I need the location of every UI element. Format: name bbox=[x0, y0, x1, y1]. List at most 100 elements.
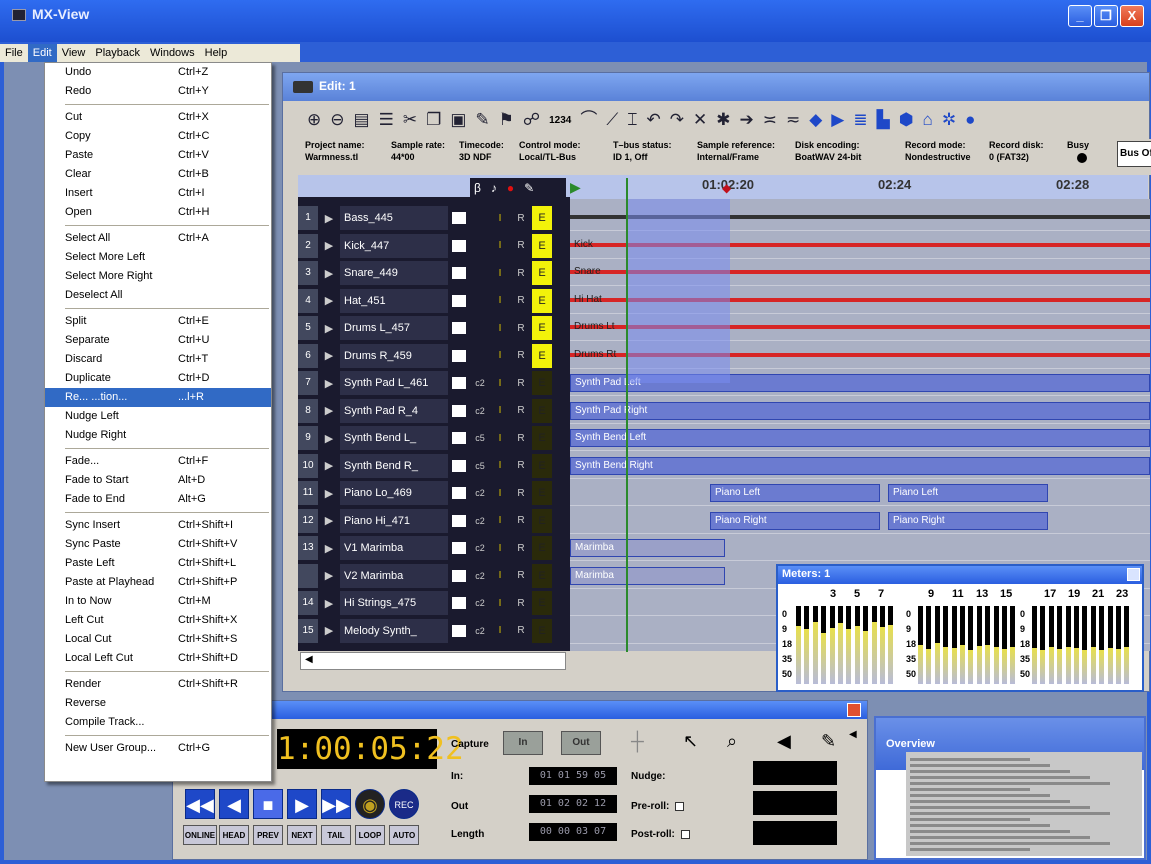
restore-button[interactable]: ❐ bbox=[1094, 5, 1118, 27]
tail-button[interactable]: TAIL bbox=[321, 825, 351, 845]
track-play-icon[interactable]: ▶ bbox=[318, 624, 340, 637]
track-name[interactable]: V2 Marimba bbox=[340, 563, 448, 588]
track-edit-toggle[interactable]: E bbox=[532, 343, 552, 368]
menu-item[interactable]: In to Now Ctrl+M bbox=[45, 592, 271, 611]
track-channel[interactable]: c2 bbox=[470, 571, 490, 581]
gem-icon[interactable]: ⬢ bbox=[899, 111, 914, 129]
postroll-checkbox[interactable] bbox=[680, 829, 690, 839]
menu-item[interactable]: Select More Right bbox=[45, 267, 271, 286]
track-row[interactable]: 15 ▶ Melody Synth_ c2 I R E bbox=[298, 618, 570, 644]
track-input-icon[interactable] bbox=[452, 377, 466, 389]
track-row[interactable]: 8 ▶ Synth Pad R_4 c2 I R E bbox=[298, 398, 570, 424]
track-edit-toggle[interactable]: E bbox=[532, 316, 552, 340]
audio-clip[interactable]: Marimba bbox=[570, 566, 725, 585]
stop-button[interactable]: ■ bbox=[253, 789, 283, 819]
out-value[interactable]: 01 02 02 12 bbox=[529, 795, 617, 813]
track-play-icon[interactable]: ▶ bbox=[318, 432, 340, 445]
track-row[interactable]: 4 ▶ Hat_451 I R E bbox=[298, 288, 570, 314]
track-edit-toggle[interactable]: E bbox=[532, 206, 552, 230]
track-input-toggle[interactable]: I bbox=[490, 460, 510, 471]
menu-item[interactable]: Local Left Cut Ctrl+Shift+D bbox=[45, 649, 271, 668]
track-input-toggle[interactable]: I bbox=[490, 268, 510, 279]
track-edit-toggle[interactable]: E bbox=[532, 563, 552, 588]
zoom-in-icon[interactable]: ⊕ bbox=[307, 111, 321, 129]
menu-item[interactable]: Reverse bbox=[45, 694, 271, 713]
scissors-icon[interactable]: ✂ bbox=[403, 111, 417, 129]
track-name[interactable]: Melody Synth_ bbox=[340, 618, 448, 643]
menu-item[interactable]: Paste Ctrl+V bbox=[45, 146, 271, 165]
track-input-icon[interactable] bbox=[452, 542, 466, 554]
track-input-icon[interactable] bbox=[452, 597, 466, 609]
zoom-out-icon[interactable]: ⊖ bbox=[330, 111, 344, 129]
menu-item[interactable]: Duplicate Ctrl+D bbox=[45, 369, 271, 388]
track-input-toggle[interactable]: I bbox=[490, 543, 510, 554]
track-play-icon[interactable]: ▶ bbox=[318, 267, 340, 280]
menu-item[interactable]: Re... ...tion... ...l+R bbox=[45, 388, 271, 407]
track-name[interactable]: Piano Hi_471 bbox=[340, 508, 448, 533]
star-icon[interactable]: ✱ bbox=[716, 111, 730, 129]
track-record-toggle[interactable]: R bbox=[510, 405, 532, 416]
track-input-toggle[interactable]: I bbox=[490, 488, 510, 499]
online-button[interactable]: ONLINE bbox=[183, 825, 217, 845]
track-input-toggle[interactable]: I bbox=[490, 295, 510, 306]
speaker-icon[interactable]: ◀ bbox=[777, 731, 791, 752]
track-play-icon[interactable]: ▶ bbox=[318, 322, 340, 335]
track-edit-toggle[interactable]: E bbox=[532, 481, 552, 505]
track-row[interactable]: 14 ▶ Hi Strings_475 c2 I R E bbox=[298, 590, 570, 616]
track-input-toggle[interactable]: I bbox=[490, 323, 510, 334]
track-edit-toggle[interactable]: E bbox=[532, 508, 552, 533]
track-channel[interactable]: c2 bbox=[470, 406, 490, 416]
menu-windows[interactable]: Windows bbox=[145, 44, 200, 62]
snap-icon[interactable]: ☍ bbox=[523, 111, 540, 129]
track-edit-toggle[interactable]: E bbox=[532, 398, 552, 423]
menu-help[interactable]: Help bbox=[200, 44, 233, 62]
menu-item[interactable]: Select More Left bbox=[45, 248, 271, 267]
track-channel[interactable]: c5 bbox=[470, 461, 490, 471]
track-record-toggle[interactable]: R bbox=[510, 570, 532, 581]
track-input-icon[interactable] bbox=[452, 624, 466, 637]
scroll-left-icon[interactable]: ◀ bbox=[301, 654, 313, 665]
track-input-icon[interactable] bbox=[452, 514, 466, 527]
track-name[interactable]: Synth Bend L_ bbox=[340, 426, 448, 450]
track-channel[interactable]: c2 bbox=[470, 598, 490, 608]
track-record-toggle[interactable]: R bbox=[510, 515, 532, 526]
track-input-toggle[interactable]: I bbox=[490, 625, 510, 636]
track-edit-toggle[interactable]: E bbox=[532, 426, 552, 450]
capture-out-button[interactable]: Out bbox=[561, 731, 601, 755]
track-input-toggle[interactable]: I bbox=[490, 240, 510, 251]
menu-item[interactable]: Fade to End Alt+G bbox=[45, 490, 271, 509]
track-scrollbar[interactable]: ◀ bbox=[300, 652, 566, 670]
fade-curve-icon[interactable]: ⌒ bbox=[580, 111, 597, 129]
capture-in-button[interactable]: In bbox=[503, 731, 543, 755]
redo-icon[interactable]: ↷ bbox=[670, 111, 684, 129]
gear-icon[interactable]: ✲ bbox=[942, 111, 956, 129]
menu-item[interactable]: Insert Ctrl+I bbox=[45, 184, 271, 203]
track-input-icon[interactable] bbox=[452, 294, 466, 307]
track-channel[interactable]: c2 bbox=[470, 378, 490, 388]
pointer-icon[interactable]: ↖ bbox=[683, 731, 698, 752]
track-input-icon[interactable] bbox=[452, 459, 466, 472]
menu-item[interactable]: Paste at Playhead Ctrl+Shift+P bbox=[45, 573, 271, 592]
track-row[interactable]: 1 ▶ Bass_445 I R E bbox=[298, 205, 570, 231]
menu-item[interactable]: Separate Ctrl+U bbox=[45, 331, 271, 350]
menu-item[interactable]: Select All Ctrl+A bbox=[45, 229, 271, 248]
diamond-icon[interactable]: ◆ bbox=[809, 111, 822, 129]
trim-icon[interactable]: ⌶ bbox=[627, 111, 637, 129]
menu-item[interactable]: Undo Ctrl+Z bbox=[45, 63, 271, 82]
track-name[interactable]: Bass_445 bbox=[340, 206, 448, 230]
track-play-icon[interactable]: ▶ bbox=[318, 569, 340, 582]
bars-icon[interactable]: ▙ bbox=[877, 111, 890, 129]
track-record-toggle[interactable]: R bbox=[510, 460, 532, 471]
track-row[interactable]: ▶ V2 Marimba c2 I R E bbox=[298, 563, 570, 589]
track-row[interactable]: 9 ▶ Synth Bend L_ c5 I R E bbox=[298, 425, 570, 451]
track-input-icon[interactable] bbox=[452, 569, 466, 582]
timeline-ruler[interactable]: 01:02:20 02:24 02:28 ▶ ◆ bbox=[298, 175, 1148, 199]
audio-clip[interactable]: Marimba bbox=[570, 539, 725, 557]
audio-clip[interactable]: Kick bbox=[570, 237, 630, 255]
magnifier-icon[interactable]: ⌕ bbox=[727, 731, 737, 752]
track-channel[interactable]: c2 bbox=[470, 516, 490, 526]
track-input-icon[interactable] bbox=[452, 322, 466, 334]
menu-item[interactable]: Left Cut Ctrl+Shift+X bbox=[45, 611, 271, 630]
track-edit-toggle[interactable]: E bbox=[532, 453, 552, 478]
track-record-toggle[interactable]: R bbox=[510, 378, 532, 389]
